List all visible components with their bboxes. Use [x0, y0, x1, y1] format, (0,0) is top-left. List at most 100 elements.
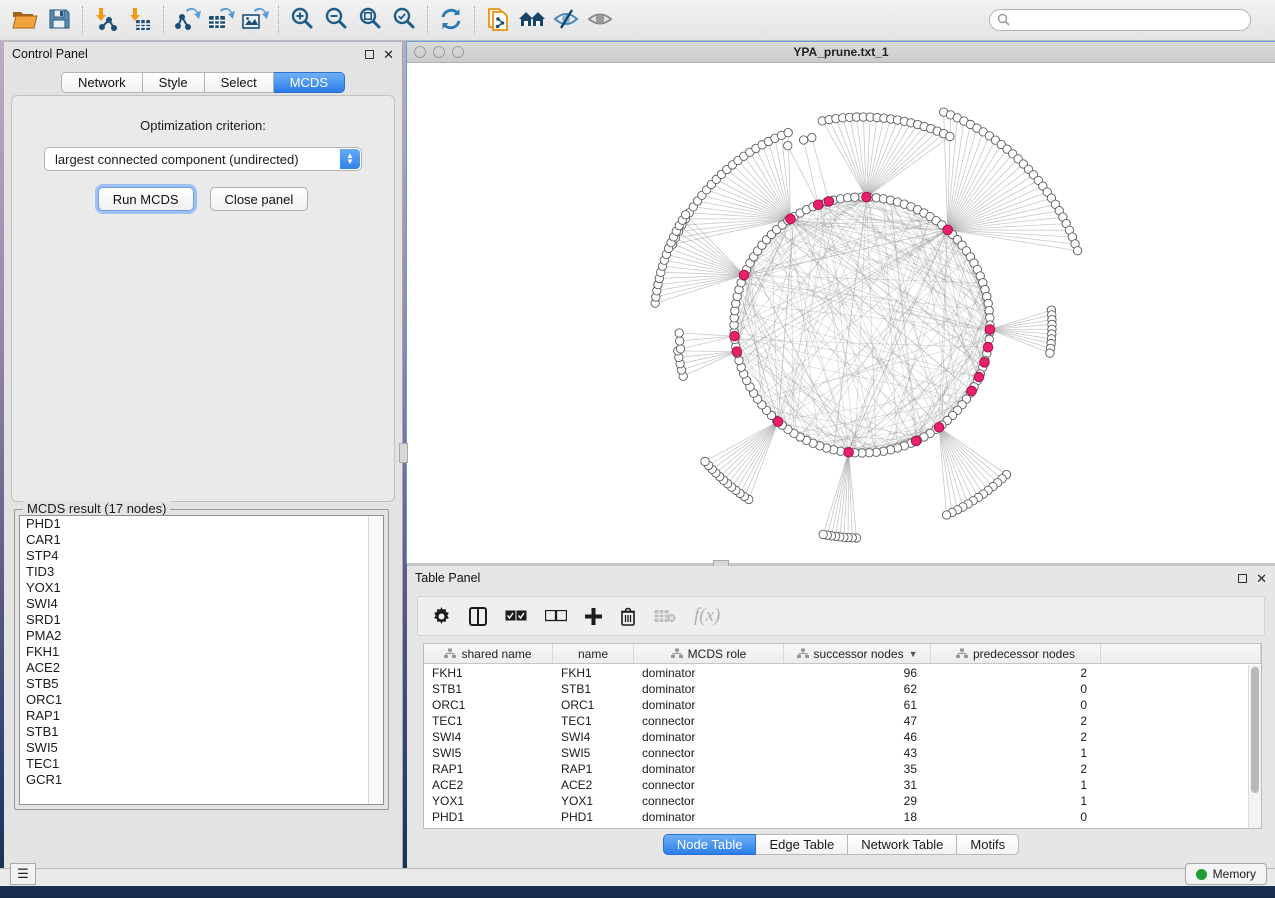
criterion-dropdown[interactable]: largest connected component (undirected)… [44, 147, 362, 171]
table-row[interactable]: ORC1ORC1dominator610 [424, 697, 1248, 713]
tab-network[interactable]: Network [61, 72, 143, 93]
table-cell[interactable]: 2 [931, 761, 1101, 777]
table-cell[interactable]: connector [634, 777, 784, 793]
network-hub-node[interactable] [844, 447, 854, 457]
result-list-scrollbar[interactable] [368, 516, 383, 804]
table-row[interactable]: YOX1YOX1connector291 [424, 793, 1248, 809]
table-cell[interactable]: ORC1 [424, 697, 553, 713]
network-hub-node[interactable] [980, 358, 990, 368]
table-scrollbar-thumb[interactable] [1251, 667, 1259, 793]
table-cell[interactable]: 2 [931, 729, 1101, 745]
apply-layout-button[interactable] [434, 4, 468, 36]
table-cell[interactable]: connector [634, 713, 784, 729]
home-pages-button[interactable] [515, 4, 549, 36]
network-hub-node[interactable] [739, 270, 749, 280]
network-hub-node[interactable] [983, 342, 993, 352]
table-cell[interactable]: PHD1 [553, 809, 634, 825]
column-header-predecessor-nodes[interactable]: predecessor nodes [931, 644, 1101, 663]
table-cell[interactable]: 18 [784, 809, 931, 825]
table-row[interactable]: SWI4SWI4dominator462 [424, 729, 1248, 745]
save-session-button[interactable] [42, 4, 76, 36]
table-cell[interactable]: SWI5 [424, 745, 553, 761]
table-cell[interactable]: 1 [931, 793, 1101, 809]
vertical-splitter-handle[interactable] [399, 443, 408, 463]
table-cell[interactable]: 61 [784, 697, 931, 713]
table-cell[interactable]: TEC1 [424, 713, 553, 729]
column-header-shared-name[interactable]: shared name [424, 644, 553, 663]
task-history-button[interactable]: ☰ [10, 863, 36, 885]
result-item[interactable]: SWI4 [20, 596, 383, 612]
show-eye-button[interactable] [583, 4, 617, 36]
network-hub-node[interactable] [730, 331, 740, 341]
column-header-MCDS-role[interactable]: MCDS role [634, 644, 784, 663]
table-cell[interactable]: RAP1 [553, 761, 634, 777]
table-cell[interactable]: 2 [931, 713, 1101, 729]
result-item[interactable]: FKH1 [20, 644, 383, 660]
table-cell[interactable]: dominator [634, 665, 784, 681]
table-row[interactable]: TEC1TEC1connector472 [424, 713, 1248, 729]
network-hub-node[interactable] [732, 347, 742, 357]
table-cell[interactable]: PHD1 [424, 809, 553, 825]
tab-node-table[interactable]: Node Table [663, 834, 757, 855]
zoom-out-button[interactable] [319, 4, 353, 36]
result-item[interactable]: STB5 [20, 676, 383, 692]
network-node[interactable] [675, 337, 683, 345]
result-item[interactable]: CAR1 [20, 532, 383, 548]
result-item[interactable]: PMA2 [20, 628, 383, 644]
network-hub-node[interactable] [985, 325, 995, 335]
result-item[interactable]: RAP1 [20, 708, 383, 724]
table-cell[interactable]: 62 [784, 681, 931, 697]
result-item[interactable]: TID3 [20, 564, 383, 580]
result-item[interactable]: TEC1 [20, 756, 383, 772]
tab-network-table[interactable]: Network Table [848, 834, 957, 855]
table-cell[interactable]: ACE2 [553, 777, 634, 793]
tab-edge-table[interactable]: Edge Table [756, 834, 848, 855]
network-node[interactable] [701, 457, 709, 465]
zoom-in-button[interactable] [285, 4, 319, 36]
result-item[interactable]: ORC1 [20, 692, 383, 708]
export-network-button[interactable] [170, 4, 204, 36]
hide-graphics-details-button[interactable] [549, 4, 583, 36]
table-cell[interactable]: FKH1 [553, 665, 634, 681]
table-cell[interactable]: FKH1 [424, 665, 553, 681]
table-cell[interactable]: dominator [634, 697, 784, 713]
table-cell[interactable]: 29 [784, 793, 931, 809]
network-hub-node[interactable] [934, 422, 944, 432]
export-image-button[interactable] [238, 4, 272, 36]
table-cell[interactable]: 35 [784, 761, 931, 777]
network-node[interactable] [675, 329, 683, 337]
table-cell[interactable]: SWI4 [553, 729, 634, 745]
table-row[interactable]: STB1STB1dominator620 [424, 681, 1248, 697]
network-hub-node[interactable] [911, 436, 921, 446]
table-cell[interactable]: 0 [931, 809, 1101, 825]
table-row[interactable]: SWI5SWI5connector431 [424, 745, 1248, 761]
table-cell[interactable]: STB1 [424, 681, 553, 697]
tab-select[interactable]: Select [205, 72, 274, 93]
memory-button[interactable]: Memory [1185, 863, 1267, 885]
table-cell[interactable]: dominator [634, 809, 784, 825]
network-hub-node[interactable] [862, 192, 872, 202]
close-panel-button[interactable]: Close panel [210, 187, 309, 211]
table-cell[interactable]: connector [634, 793, 784, 809]
search-input[interactable] [989, 9, 1251, 31]
table-scrollbar[interactable] [1248, 665, 1261, 828]
network-hub-node[interactable] [813, 200, 823, 210]
network-hub-node[interactable] [824, 197, 834, 207]
table-cell[interactable]: dominator [634, 681, 784, 697]
network-node[interactable] [799, 136, 807, 144]
zoom-fit-button[interactable] [353, 4, 387, 36]
table-cell[interactable]: 96 [784, 665, 931, 681]
tab-style[interactable]: Style [143, 72, 205, 93]
network-canvas-svg[interactable] [407, 63, 1275, 563]
table-row[interactable]: ACE2ACE2connector311 [424, 777, 1248, 793]
import-table-button[interactable] [123, 4, 157, 36]
network-node[interactable] [681, 211, 689, 219]
network-node[interactable] [946, 132, 954, 140]
table-row[interactable]: RAP1RAP1dominator352 [424, 761, 1248, 777]
add-column-icon[interactable] [585, 608, 602, 625]
float-panel-icon[interactable] [365, 50, 374, 59]
network-node[interactable] [819, 530, 827, 538]
table-cell[interactable]: STB1 [553, 681, 634, 697]
network-node[interactable] [784, 142, 792, 150]
deselect-all-checkboxes-icon[interactable] [545, 610, 567, 622]
